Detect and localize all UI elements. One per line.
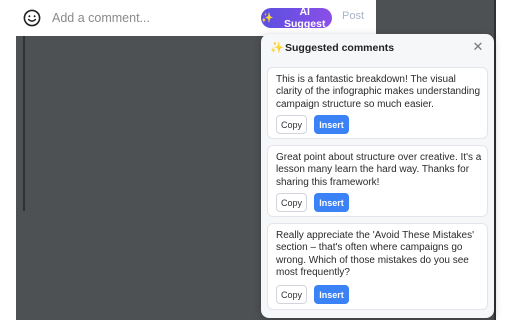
copy-button[interactable]: Copy <box>276 285 307 304</box>
post-image-area-top <box>376 0 494 36</box>
copy-button[interactable]: Copy <box>276 115 307 134</box>
stage: ✨ AI Suggest Post ✨ Suggested comments ✕… <box>0 0 512 320</box>
suggested-comments-panel: ✨ Suggested comments ✕ This is a fantast… <box>261 34 494 318</box>
suggestion-card: This is a fantastic breakdown! The visua… <box>267 67 488 139</box>
ai-suggest-label: AI Suggest <box>284 6 326 30</box>
comment-input[interactable] <box>52 9 252 27</box>
ai-suggest-button[interactable]: ✨ AI Suggest <box>261 6 332 30</box>
smiley-face-icon[interactable] <box>23 9 41 27</box>
divider <box>23 36 25 211</box>
scrollbar[interactable] <box>494 0 512 320</box>
panel-header: ✨ Suggested comments ✕ <box>261 34 494 62</box>
close-icon[interactable]: ✕ <box>471 40 485 54</box>
suggestion-text: This is a fantastic breakdown! The visua… <box>276 74 481 110</box>
sparkle-icon: ✨ <box>270 42 284 54</box>
suggestion-text: Great point about structure over creativ… <box>276 152 482 188</box>
insert-button[interactable]: Insert <box>314 193 349 212</box>
suggestion-text: Really appreciate the 'Avoid These Mista… <box>276 230 474 279</box>
insert-button[interactable]: Insert <box>314 285 349 304</box>
post-button[interactable]: Post <box>342 10 364 22</box>
scrollbar-track <box>494 0 496 320</box>
insert-button[interactable]: Insert <box>314 115 349 134</box>
copy-button[interactable]: Copy <box>276 193 307 212</box>
panel-title: Suggested comments <box>285 42 395 54</box>
sparkle-icon: ✨ <box>261 12 274 24</box>
comment-bar: ✨ AI Suggest Post <box>0 0 376 36</box>
suggestion-card: Really appreciate the 'Avoid These Mista… <box>267 223 488 310</box>
suggestion-card: Great point about structure over creativ… <box>267 145 488 217</box>
